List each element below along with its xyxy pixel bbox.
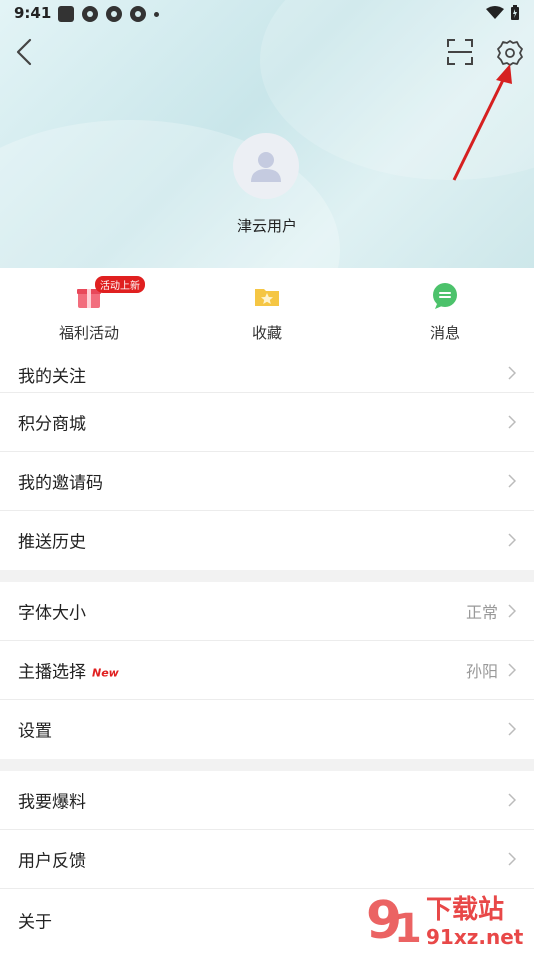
notification-icons xyxy=(58,6,159,22)
watermark-brand: 下载站 xyxy=(426,895,504,925)
wifi-icon xyxy=(486,6,504,19)
chevron-right-icon xyxy=(508,793,516,807)
menu-item-invite-code[interactable]: 我的邀请码 xyxy=(0,452,534,511)
more-notifications-icon xyxy=(154,11,159,17)
favorites-button[interactable]: 收藏 xyxy=(197,282,337,343)
notification-icon xyxy=(106,6,122,22)
menu-item-font-size[interactable]: 字体大小 正常 xyxy=(0,582,534,641)
anchor-value: 孙阳 xyxy=(465,662,498,681)
username[interactable]: 津云用户 xyxy=(0,215,534,236)
chevron-right-icon xyxy=(508,663,516,677)
profile-header: 9:41 津云用户 xyxy=(0,0,534,268)
chevron-right-icon xyxy=(508,415,516,429)
anchor-label: 主播选择 xyxy=(18,662,86,683)
menu-label: 我要爆料 xyxy=(18,792,86,813)
notification-icon xyxy=(82,6,98,22)
menu-label: 积分商城 xyxy=(18,414,86,435)
back-arrow-icon[interactable] xyxy=(12,36,40,68)
chevron-right-icon xyxy=(508,533,516,547)
watermark-domain: 91xz.net xyxy=(426,925,524,949)
menu-label: 字体大小 xyxy=(18,603,86,624)
menu-item-report-news[interactable]: 我要爆料 xyxy=(0,771,534,830)
user-silhouette-icon xyxy=(251,152,281,182)
app-notification-icon xyxy=(58,6,74,22)
watermark-logo: 9 1 下载站 91xz.net xyxy=(364,888,534,952)
quick-actions-bar: 活动上新 福利活动 收藏 消息 xyxy=(0,268,534,354)
welfare-activity-button[interactable]: 活动上新 福利活动 xyxy=(19,276,159,343)
chat-bubble-icon xyxy=(431,282,459,310)
annotation-arrow xyxy=(452,64,512,181)
gift-icon: 活动上新 xyxy=(75,276,145,310)
svg-text:1: 1 xyxy=(394,906,422,950)
messages-label: 消息 xyxy=(429,324,460,342)
menu-label: 设置 xyxy=(18,721,52,742)
welfare-activity-label: 福利活动 xyxy=(58,324,119,342)
menu-item-settings[interactable]: 设置 xyxy=(0,700,534,758)
folder-star-icon xyxy=(253,282,281,310)
messages-button[interactable]: 消息 xyxy=(375,282,515,343)
menu-label: 我的关注 xyxy=(18,367,86,387)
new-tag: New xyxy=(92,666,119,679)
menu-item-points-mall[interactable]: 积分商城 xyxy=(0,393,534,452)
favorites-label: 收藏 xyxy=(251,324,282,342)
menu-item-my-follows[interactable]: 我的关注 xyxy=(0,354,534,393)
battery-icon xyxy=(511,5,519,20)
status-bar: 9:41 xyxy=(0,0,534,28)
menu-item-feedback[interactable]: 用户反馈 xyxy=(0,830,534,889)
chevron-right-icon xyxy=(508,474,516,488)
menu-label: 主播选择 New xyxy=(18,658,119,683)
menu-label: 用户反馈 xyxy=(18,851,86,872)
status-time: 9:41 xyxy=(14,4,52,22)
section-divider xyxy=(0,570,534,582)
new-activity-badge: 活动上新 xyxy=(95,276,145,293)
menu-label: 我的邀请码 xyxy=(18,473,103,494)
chevron-right-icon xyxy=(508,852,516,866)
menu-label: 推送历史 xyxy=(18,532,86,553)
system-icons xyxy=(486,5,520,21)
section-divider xyxy=(0,759,534,771)
menu-item-anchor-select[interactable]: 主播选择 New 孙阳 xyxy=(0,641,534,700)
chevron-right-icon xyxy=(508,366,516,380)
menu-item-push-history[interactable]: 推送历史 xyxy=(0,511,534,569)
menu-label: 关于 xyxy=(18,912,52,932)
font-size-value: 正常 xyxy=(465,603,498,622)
avatar[interactable] xyxy=(233,133,299,199)
chevron-right-icon xyxy=(508,604,516,618)
chevron-right-icon xyxy=(508,722,516,736)
notification-icon xyxy=(130,6,146,22)
